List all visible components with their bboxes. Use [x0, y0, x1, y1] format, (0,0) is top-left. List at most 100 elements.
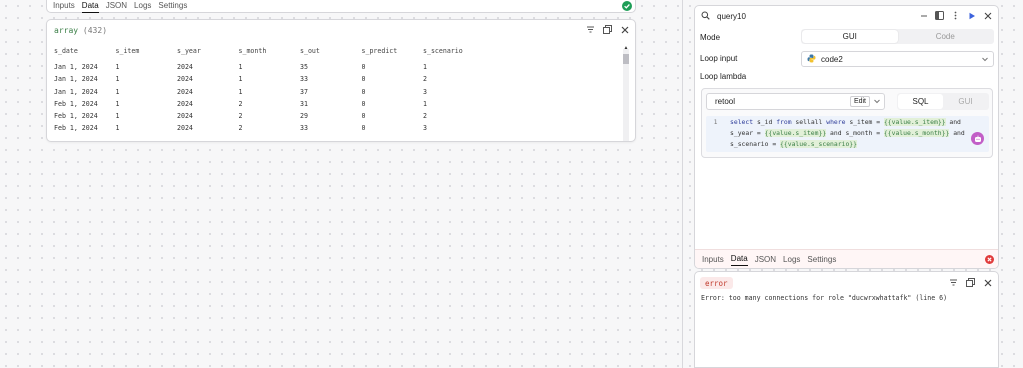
editor-mode-switch: SQL GUI	[897, 93, 989, 110]
tab-inputs[interactable]: Inputs	[53, 0, 75, 12]
run-icon[interactable]	[966, 10, 977, 21]
sql-template-expression: {{value.s_item}}	[883, 118, 946, 126]
tab-json[interactable]: JSON	[106, 0, 127, 12]
sql-template-expression: {{value.s_month}}	[883, 129, 950, 137]
result-type-label: array	[54, 26, 79, 35]
table-cell: 31	[300, 99, 308, 108]
table-cell: 2	[238, 112, 243, 121]
success-check-icon	[622, 1, 632, 13]
table-cell: 29	[300, 112, 308, 121]
table-cell: 0	[361, 63, 366, 72]
card-toolbar	[585, 24, 630, 35]
python-icon	[807, 54, 816, 65]
resource-name: retool	[715, 97, 736, 106]
table-row: Feb 1, 2024 1 2024 2 31 0 1	[54, 98, 622, 110]
close-icon[interactable]	[619, 24, 630, 35]
table-row: Jan 1, 2024 1 2024 1 37 0 3	[54, 86, 622, 98]
column-header: s_month	[238, 47, 267, 56]
tab-data[interactable]: Data	[730, 253, 748, 266]
table-cell: Jan 1, 2024	[54, 87, 98, 96]
chevron-down-icon[interactable]	[873, 97, 881, 107]
table-cell: 1	[238, 75, 243, 84]
table-row: Jan 1, 2024 1 2024 1 35 0 1	[54, 61, 622, 73]
ai-assist-icon[interactable]	[971, 132, 984, 145]
tab-logs[interactable]: Logs	[134, 0, 151, 12]
sql-text: sellall	[791, 118, 827, 126]
loop-input-label: Loop input	[700, 54, 738, 63]
query-title[interactable]: query10	[717, 12, 746, 21]
tab-settings[interactable]: Settings	[807, 254, 836, 266]
close-icon[interactable]	[982, 277, 993, 288]
mode-option-code[interactable]: Code	[898, 30, 994, 43]
tab-inputs[interactable]: Inputs	[702, 254, 724, 266]
tab-data[interactable]: Data	[81, 0, 99, 13]
tab-json[interactable]: JSON	[755, 254, 776, 266]
table-cell: 3	[423, 124, 427, 133]
sql-template-expression: {{value.s_item}}	[764, 129, 827, 137]
table-row: Feb 1, 2024 1 2024 2 29 0 2	[54, 110, 622, 122]
query-result-tab-bar: Inputs Data JSON Logs Settings	[695, 249, 998, 268]
panel-divider[interactable]	[682, 0, 683, 368]
table-cell: 2	[423, 75, 427, 84]
editor-mode-sql[interactable]: SQL	[898, 94, 943, 109]
table-cell: 35	[300, 63, 308, 72]
mode-option-gui[interactable]: GUI	[802, 30, 898, 43]
table-cell: 1	[115, 112, 120, 121]
filter-icon[interactable]	[585, 24, 596, 35]
filter-icon[interactable]	[948, 277, 959, 288]
line-number: 1	[713, 118, 718, 126]
table-cell: 1	[115, 124, 120, 133]
error-badge: error	[700, 277, 733, 289]
table-cell: 2024	[177, 63, 193, 72]
table-body: Jan 1, 2024 1 2024 1 35 0 1 Jan 1, 2024 1 2024 1 33…	[54, 61, 622, 134]
error-status-icon	[985, 255, 994, 266]
table-cell: 1	[423, 99, 427, 108]
table-cell: 1	[238, 87, 243, 96]
table-cell: 2	[238, 99, 243, 108]
loop-lambda-label: Loop lambda	[700, 72, 747, 81]
table-cell: 2024	[177, 75, 193, 84]
column-header: s_item	[115, 47, 140, 56]
tab-settings[interactable]: Settings	[158, 0, 187, 12]
scroll-up-icon[interactable]: ▲	[623, 46, 629, 51]
result-type-header: array (432)	[54, 26, 107, 35]
tab-logs[interactable]: Logs	[783, 254, 800, 266]
data-result-card: array (432) s_date s_item s_year s_month…	[46, 19, 636, 142]
table-cell: Feb 1, 2024	[54, 112, 98, 121]
sql-code-editor[interactable]: 1 select s_id from sellall where s_item …	[706, 116, 989, 152]
table-cell: 1	[115, 75, 120, 84]
vertical-scrollbar[interactable]: ▲ ▼	[621, 46, 629, 141]
table-cell: 0	[361, 124, 366, 133]
sql-template-expression: {{value.s_scenario}}	[780, 140, 857, 148]
table-cell: Feb 1, 2024	[54, 99, 98, 108]
table-cell: 1	[115, 63, 120, 72]
results-tab-bar: Inputs Data JSON Logs Settings	[46, 0, 636, 13]
resource-select[interactable]: retool Edit	[706, 93, 885, 110]
sidebar-toggle-icon[interactable]	[934, 10, 945, 21]
sql-text: s_id	[753, 118, 777, 126]
scrollbar-thumb[interactable]	[623, 54, 629, 64]
table-cell: 1	[115, 87, 120, 96]
column-header: s_date	[54, 47, 78, 56]
table-cell: 1	[238, 63, 243, 72]
mode-label: Mode	[700, 33, 721, 42]
loop-lambda-editor: retool Edit SQL GUI 1 select s_id from s…	[701, 88, 993, 158]
column-header: s_out	[300, 47, 320, 56]
sql-code[interactable]: select s_id from sellall where s_item = …	[730, 117, 985, 150]
close-icon[interactable]	[982, 10, 993, 21]
result-count-label: (432)	[82, 26, 108, 35]
minimize-icon[interactable]	[918, 10, 929, 21]
table-row: Feb 1, 2024 1 2024 2 33 0 3	[54, 122, 622, 134]
table-cell: 0	[361, 75, 366, 84]
query-search-icon	[701, 11, 710, 22]
copy-icon[interactable]	[602, 24, 613, 35]
loop-input-value: code2	[821, 54, 843, 64]
copy-icon[interactable]	[965, 277, 976, 288]
sql-keyword: from	[776, 118, 792, 126]
edit-resource-button[interactable]: Edit	[849, 96, 870, 107]
mode-switch: GUI Code	[801, 29, 994, 44]
editor-mode-gui[interactable]: GUI	[943, 94, 988, 109]
table-cell: 2024	[177, 112, 193, 121]
loop-input-select[interactable]: code2	[801, 51, 994, 67]
more-icon[interactable]	[950, 10, 961, 21]
